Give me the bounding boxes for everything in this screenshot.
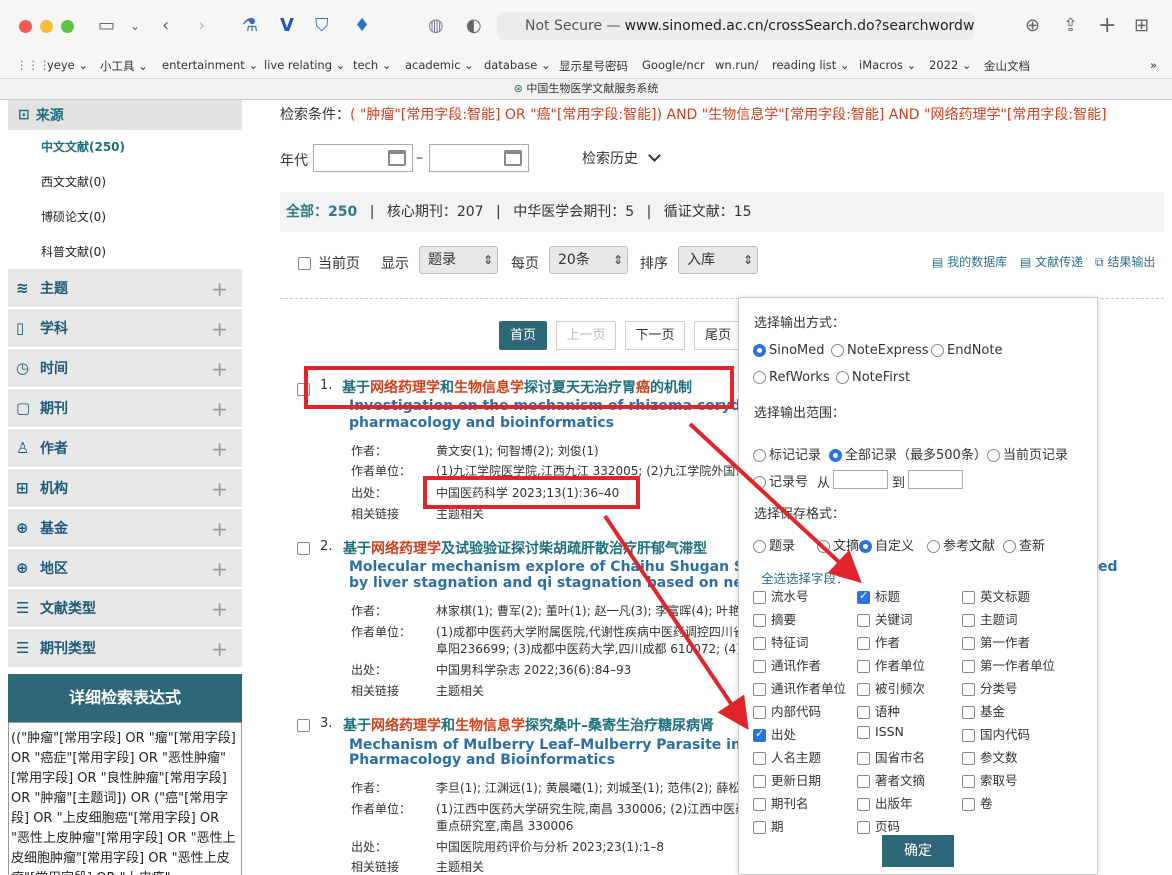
- annotation-arrows: [603, 422, 862, 730]
- arrow-to-source-field: [603, 514, 749, 730]
- arrow-to-title-field: [688, 422, 862, 584]
